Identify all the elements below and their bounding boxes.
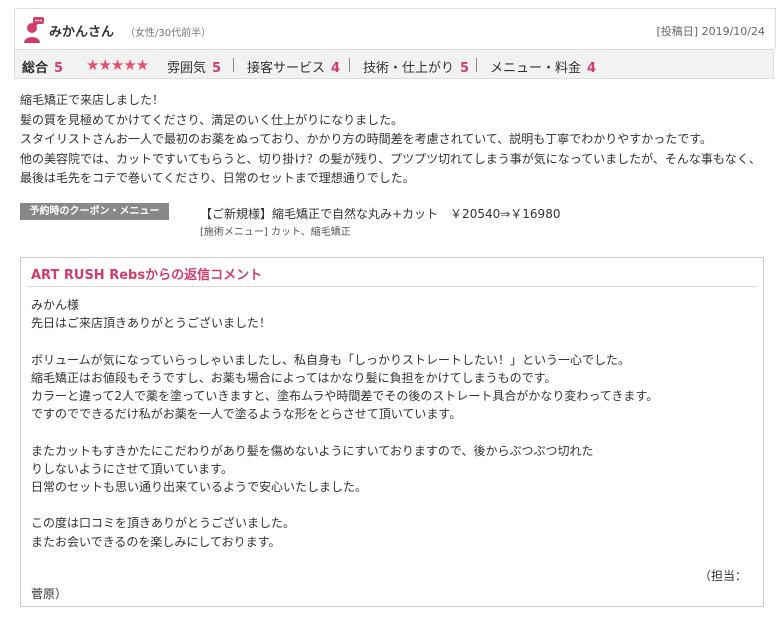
reply-line: この度は口コミを頂きありがとうございました。: [31, 516, 296, 531]
overall-rating: 総合 5: [22, 57, 63, 76]
review-line: 最後は毛先をコテで巻いてくださり、日常のセットまで理想通りでした。: [20, 171, 415, 185]
ratings-bar: 総合 5 ★★★★★ 雰囲気 5 接客サービス 4 技術・仕上がり 5 メニュー・料金 4: [14, 49, 774, 79]
overall-label: 総合: [22, 61, 49, 76]
review-line: スタイリストさんお一人で最初のお薬をぬっており、かかり方の時間差を考慮されていて…: [20, 132, 713, 146]
reply-line: またお会いできるのを楽しみにしております。: [31, 534, 281, 549]
review-body: 縮毛矯正で来店しました！ 髪の質を見極めてかけてくださり、満足のいく仕上がりにな…: [20, 91, 770, 189]
review-line: 髪の質を見極めてかけてくださり、満足のいく仕上がりになりました。: [20, 112, 404, 127]
coupon-name: 【ご新規様】縮毛矯正で自然な丸み+カット ￥20540⇒￥16980: [200, 207, 561, 221]
rating-label: 技術・仕上がり: [363, 61, 455, 76]
coupon-menu: [施術メニュー] カット、縮毛矯正: [200, 227, 351, 238]
rating-menu-price: メニュー・料金 4: [490, 57, 596, 76]
coupon-tag: 予約時のクーポン・メニュー: [20, 203, 169, 220]
reply-line: [31, 496, 756, 514]
rating-value: 4: [331, 61, 341, 76]
reviewer-name: みかんさん: [49, 25, 115, 40]
reply-title: ART RUSH Rebsからの返信コメント: [31, 268, 263, 283]
salon-reply: ART RUSH Rebsからの返信コメント みかん様 先日はご来店頂きありがと…: [20, 257, 764, 607]
reply-line: ボリュームが気になっていらっしゃいましたし、私自身も「しっかりストレートしたい！…: [31, 352, 631, 367]
review-line: 縮毛矯正で来店しました！: [20, 93, 165, 107]
reply-line: 日常のセットも思い通り出来ているようで安心いたしました。: [31, 480, 368, 494]
divider: [349, 58, 350, 72]
reply-line: カラーと違って2人で薬を塗っていきますと、塗布ムラや時間差でその後のストレート具…: [31, 389, 659, 403]
rating-value: 5: [460, 61, 470, 76]
reply-line: りしないようにさせて頂いています。: [31, 461, 233, 476]
star-rating-icon: ★★★★★: [86, 56, 149, 74]
reviewer-info: （女性/30代前半）: [125, 28, 212, 39]
reviewer-header: みかんさん （女性/30代前半） [投稿日] 2019/10/24: [14, 8, 776, 49]
reply-line: [31, 332, 756, 350]
divider: [233, 58, 234, 72]
reply-line: ですのでできるだけ私がお薬を一人で塗るような形をとらさせて頂いています。: [31, 407, 462, 422]
reply-line: 先日はご来店頂きありがとうございました！: [31, 316, 272, 331]
divider: [476, 58, 477, 72]
rating-label: 接客サービス: [247, 61, 326, 76]
user-avatar-icon: [23, 17, 45, 43]
rating-label: 雰囲気: [167, 61, 207, 76]
reply-body: みかん様 先日はご来店頂きありがとうございました！ ボリュームが気になっていらっ…: [31, 296, 756, 551]
reply-line: 縮毛矯正はお値段もそうですし、お薬も場合によってはかなり髪に負担をかけてしまうも…: [31, 370, 557, 385]
rating-label: メニュー・料金: [490, 61, 582, 76]
reply-line: またカットもすきかたにこだわりがあり髪を傷めないようにすいておりますので、後から…: [31, 443, 594, 458]
rating-value: 5: [212, 61, 222, 76]
review-card: みかんさん （女性/30代前半） [投稿日] 2019/10/24 総合 5 ★★…: [0, 0, 777, 622]
rating-atmosphere: 雰囲気 5: [167, 57, 221, 76]
reply-line: みかん様: [31, 298, 80, 312]
rating-technique: 技術・仕上がり 5: [363, 57, 469, 76]
rating-service: 接客サービス 4: [247, 57, 340, 76]
reply-signature-part2: 菅原）: [31, 587, 68, 601]
rating-value: 4: [587, 61, 597, 76]
review-line: 他の美容院では、カットですいてもらうと、切り掛け？の髪が残り、プツプツ切れてしま…: [20, 151, 761, 166]
overall-value: 5: [54, 61, 64, 76]
reply-signature-part1: （担当：: [698, 569, 747, 583]
reply-line: [31, 423, 756, 441]
post-date: [投稿日] 2019/10/24: [656, 25, 765, 38]
divider: [27, 286, 757, 287]
